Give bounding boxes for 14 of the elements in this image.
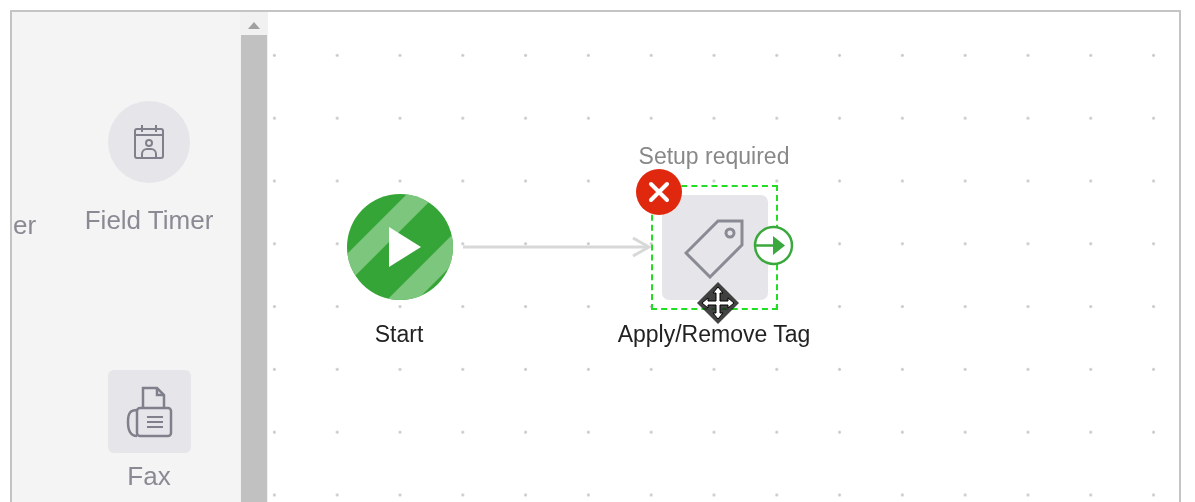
node-status: Setup required (638, 143, 790, 170)
calendar-person-icon (133, 124, 165, 160)
palette-item-label[interactable]: Fax (127, 461, 171, 492)
move-cursor-icon (695, 280, 741, 326)
output-port-icon[interactable] (753, 225, 794, 266)
scrollbar-thumb[interactable] (241, 35, 267, 502)
node-label: Apply/Remove Tag (617, 321, 811, 348)
palette-item-label[interactable]: Field Timer (84, 205, 214, 236)
palette-item-label[interactable]: er (13, 210, 37, 241)
error-badge-icon[interactable] (636, 169, 682, 215)
palette-item-tile[interactable] (107, 370, 191, 453)
fax-icon (125, 385, 173, 438)
action-node[interactable] (662, 195, 768, 300)
node-label: Start (374, 321, 424, 348)
